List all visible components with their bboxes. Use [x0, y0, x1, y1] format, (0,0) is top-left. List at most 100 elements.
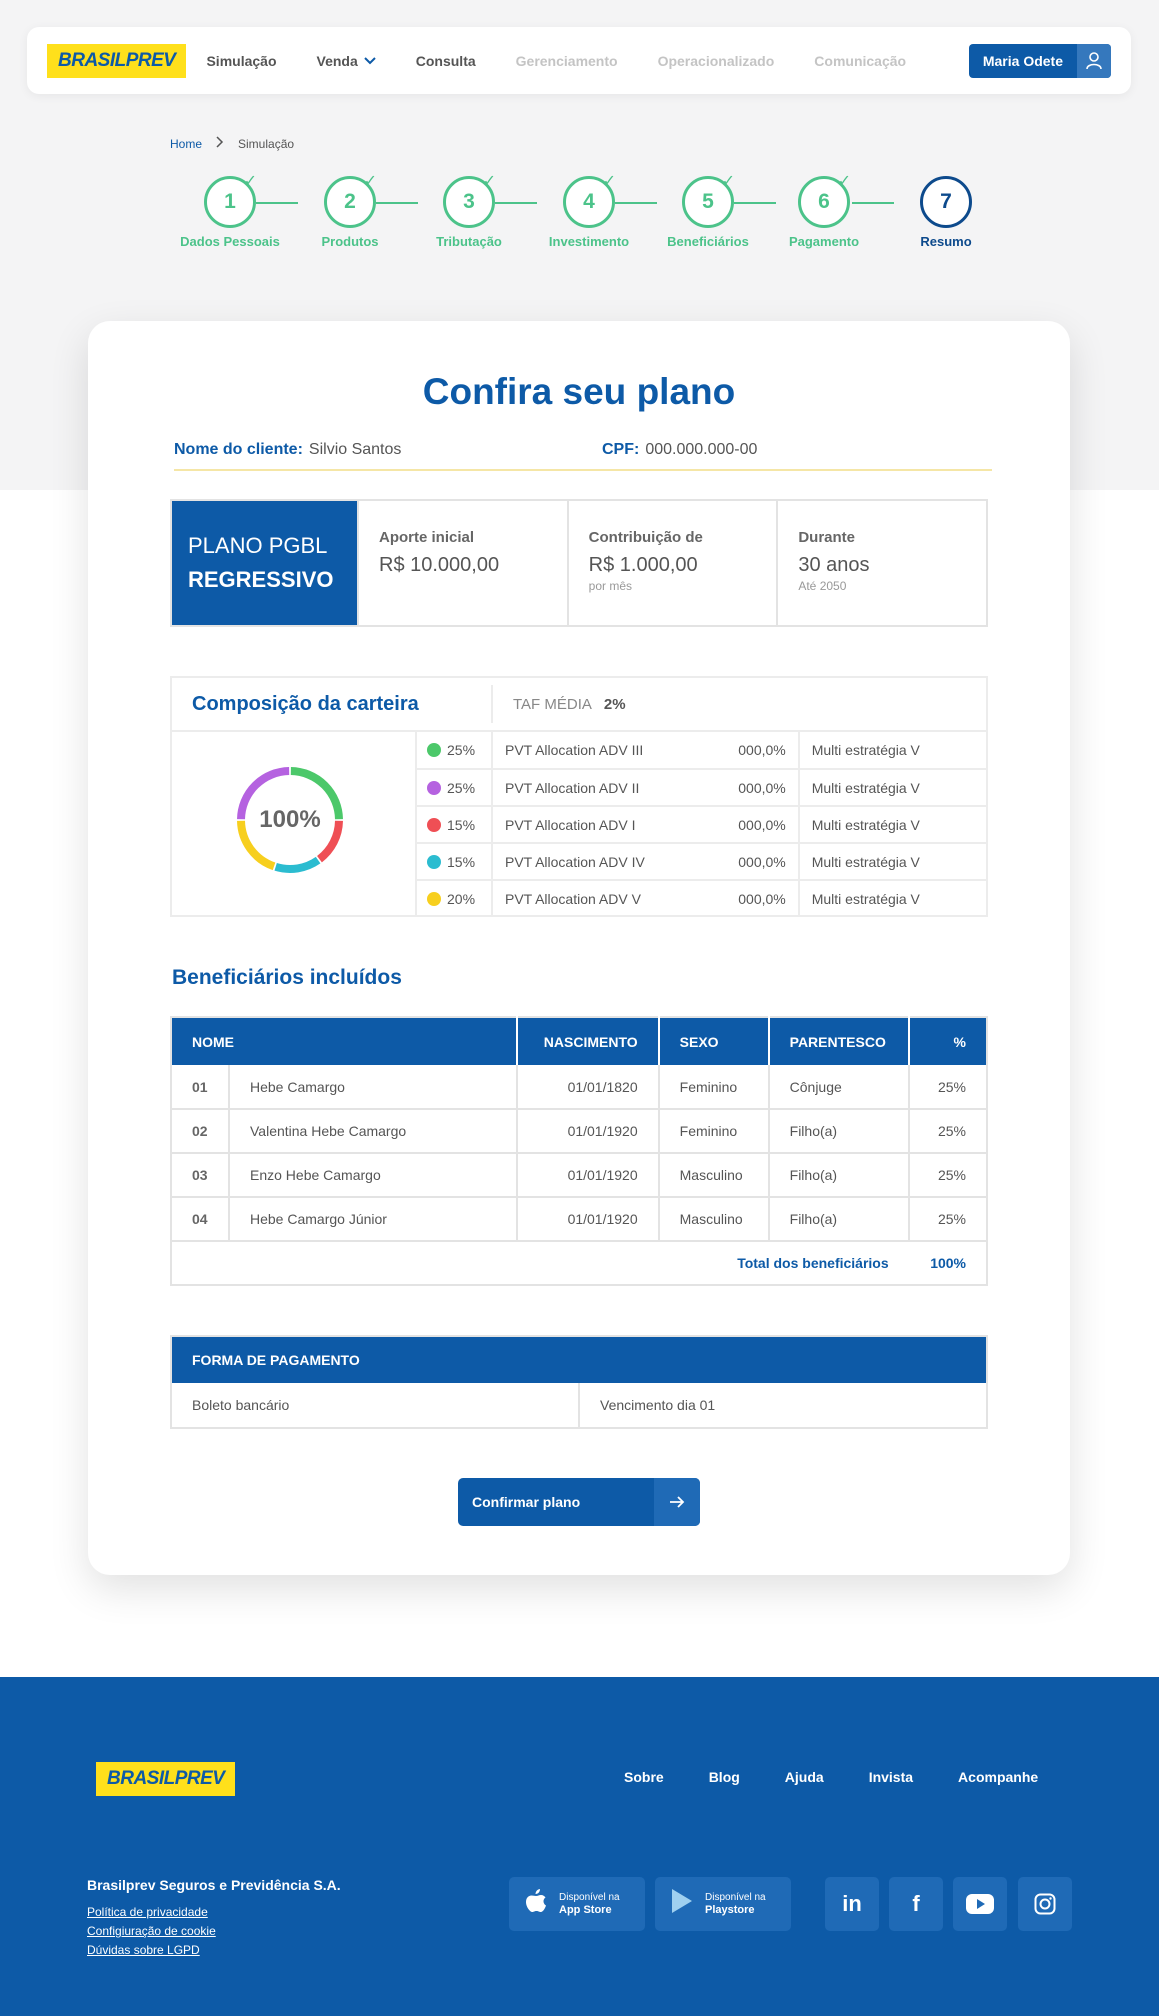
- durante-value: 30 anos: [798, 554, 870, 576]
- taf-label: TAF MÉDIA: [513, 695, 592, 713]
- progress-stepper: 1 ✓ Dados Pessoais 2 ✓ Produtos 3 ✓ Tributa…: [170, 173, 972, 276]
- step-circle: 1 ✓: [204, 173, 257, 228]
- allocation-row: 25% PVT Allocation ADV III 000,0% Multi …: [416, 732, 988, 770]
- step-circle: 5 ✓: [682, 173, 735, 228]
- nav-simulacao[interactable]: Simulação: [206, 53, 276, 69]
- allocation-pct-text: 25%: [447, 779, 476, 796]
- nav-consulta[interactable]: Consulta: [416, 53, 476, 69]
- allocation-pct-text: 25%: [447, 742, 476, 758]
- plan-name-block: PLANO PGBL REGRESSIVO: [172, 501, 357, 625]
- fund-value: 000,0%: [726, 880, 800, 917]
- footer-link-ajuda[interactable]: Ajuda: [785, 1769, 824, 1785]
- durante-cell: Durante 30 anos Até 2050: [776, 501, 986, 625]
- footer-link-invista[interactable]: Invista: [869, 1769, 913, 1785]
- footer-nav: Sobre Blog Ajuda Invista Acompanhe: [624, 1769, 1038, 1785]
- step-label: Investimento: [548, 234, 630, 249]
- cpf-field: CPF: 000.000.000-00: [602, 441, 757, 459]
- step-label: Beneficiários: [667, 234, 749, 249]
- lgpd-link[interactable]: Dúvidas sobre LGPD: [87, 1941, 216, 1960]
- footer-link-acompanhe[interactable]: Acompanhe: [958, 1769, 1038, 1785]
- color-dot: [427, 743, 441, 757]
- beneficiary-pct: 25%: [908, 1153, 987, 1198]
- nav-label: Simulação: [206, 52, 277, 69]
- beneficiary-pct: 25%: [908, 1065, 987, 1110]
- nav-label: Consulta: [415, 52, 476, 69]
- footer-link-blog[interactable]: Blog: [709, 1769, 740, 1785]
- play-store-icon: [667, 1888, 697, 1921]
- client-name-label: Nome do cliente:: [174, 441, 303, 458]
- privacy-link[interactable]: Política de privacidade: [87, 1903, 216, 1922]
- nav-comunicacao[interactable]: Comunicação: [814, 53, 906, 69]
- beneficiary-sex: Masculino: [658, 1197, 770, 1242]
- app-store-button[interactable]: Disponível na App Store: [509, 1877, 645, 1931]
- fund-value: 000,0%: [726, 732, 800, 770]
- allocation-pct-text: 20%: [447, 891, 476, 907]
- check-icon: ✓: [602, 173, 616, 190]
- composition-header: Composição da carteira TAF MÉDIA 2%: [172, 678, 986, 732]
- breadcrumb-home[interactable]: Home: [170, 137, 202, 151]
- step-pagamento[interactable]: 6 ✓ Pagamento: [774, 173, 874, 250]
- step-investimento[interactable]: 4 ✓ Investimento: [539, 173, 639, 250]
- linkedin-icon[interactable]: in: [825, 1877, 879, 1931]
- facebook-icon[interactable]: f: [889, 1877, 943, 1931]
- step-produtos[interactable]: 2 ✓ Produtos: [300, 173, 400, 250]
- header-pct: %: [908, 1017, 987, 1065]
- confirm-plan-button[interactable]: Confirmar plano: [458, 1478, 700, 1526]
- check-icon: ✓: [482, 173, 496, 190]
- fund-name: PVT Allocation ADV II: [492, 769, 727, 807]
- allocation-row: 15% PVT Allocation ADV IV 000,0% Multi e…: [416, 843, 988, 881]
- user-menu-button[interactable]: Maria Odete: [968, 43, 1111, 78]
- step-dados-pessoais[interactable]: 1 ✓ Dados Pessoais: [180, 173, 280, 250]
- step-circle: 7: [920, 176, 972, 228]
- cookie-link[interactable]: Configiuração de cookie: [87, 1922, 216, 1941]
- total-value: 100%: [930, 1255, 966, 1271]
- step-number: 6: [818, 190, 830, 213]
- nav-gerenciamento[interactable]: Gerenciamento: [516, 53, 618, 69]
- allocation-table: 25% PVT Allocation ADV III 000,0% Multi …: [415, 732, 988, 917]
- brasilprev-logo[interactable]: BRASILPREV: [47, 43, 187, 78]
- durante-until: Até 2050: [798, 579, 847, 593]
- client-info-row: Nome do cliente: Silvio Santos CPF: 000.00…: [174, 441, 992, 471]
- step-resumo[interactable]: 7 Resumo: [896, 176, 996, 250]
- durante-label: Durante: [798, 529, 856, 546]
- client-name-value: Silvio Santos: [308, 441, 402, 458]
- step-label: Dados Pessoais: [180, 234, 280, 249]
- app-store-caption: Disponível na: [559, 1892, 620, 1903]
- table-header-row: NOME NASCIMENTO SEXO PARENTESCO %: [171, 1017, 987, 1065]
- footer-link-sobre[interactable]: Sobre: [624, 1769, 664, 1785]
- fund-value: 000,0%: [726, 806, 800, 844]
- step-beneficiarios[interactable]: 5 ✓ Beneficiários: [658, 173, 758, 250]
- table-row: 03 Enzo Hebe Camargo 01/01/1920 Masculin…: [171, 1153, 987, 1198]
- fund-name: PVT Allocation ADV IV: [492, 843, 727, 881]
- user-name: Maria Odete: [982, 52, 1063, 69]
- step-tributacao[interactable]: 3 ✓ Tributação: [419, 173, 519, 250]
- beneficiary-birth: 01/01/1920: [516, 1197, 660, 1242]
- chevron-down-icon: [364, 54, 376, 68]
- taf-media: TAF MÉDIA 2%: [493, 696, 626, 713]
- check-icon: ✓: [837, 173, 851, 190]
- beneficiary-name: Hebe Camargo Júnior: [229, 1197, 518, 1242]
- youtube-icon[interactable]: [953, 1877, 1007, 1931]
- payment-method: Boleto bancário: [192, 1397, 290, 1413]
- plan-regime: REGRESSIVO: [188, 567, 334, 592]
- step-label: Resumo: [920, 234, 972, 249]
- step-circle: 6 ✓: [798, 173, 851, 228]
- allocation-pct: 20%: [416, 880, 493, 917]
- payment-method-box: FORMA DE PAGAMENTO Boleto bancário Venci…: [170, 1335, 988, 1429]
- color-dot: [427, 780, 441, 795]
- aporte-cell: Aporte inicial R$ 10.000,00: [357, 501, 567, 625]
- step-number: 3: [463, 190, 475, 213]
- nav-operacionalizado[interactable]: Operacionalizado: [658, 53, 775, 69]
- check-icon: ✓: [721, 173, 735, 190]
- fund-value: 000,0%: [726, 843, 800, 881]
- beneficiary-relation: Filho(a): [768, 1197, 910, 1242]
- nav-label: Gerenciamento: [515, 52, 618, 69]
- row-number: 03: [171, 1153, 230, 1198]
- beneficiary-relation: Filho(a): [768, 1153, 910, 1198]
- nav-venda[interactable]: Venda: [317, 53, 376, 69]
- footer-logo[interactable]: BRASILPREV: [96, 1762, 236, 1796]
- play-store-button[interactable]: Disponível na Playstore: [655, 1877, 791, 1931]
- beneficiary-sex: Feminino: [658, 1065, 770, 1110]
- allocation-row: 15% PVT Allocation ADV I 000,0% Multi es…: [416, 806, 988, 844]
- instagram-icon[interactable]: [1018, 1877, 1072, 1931]
